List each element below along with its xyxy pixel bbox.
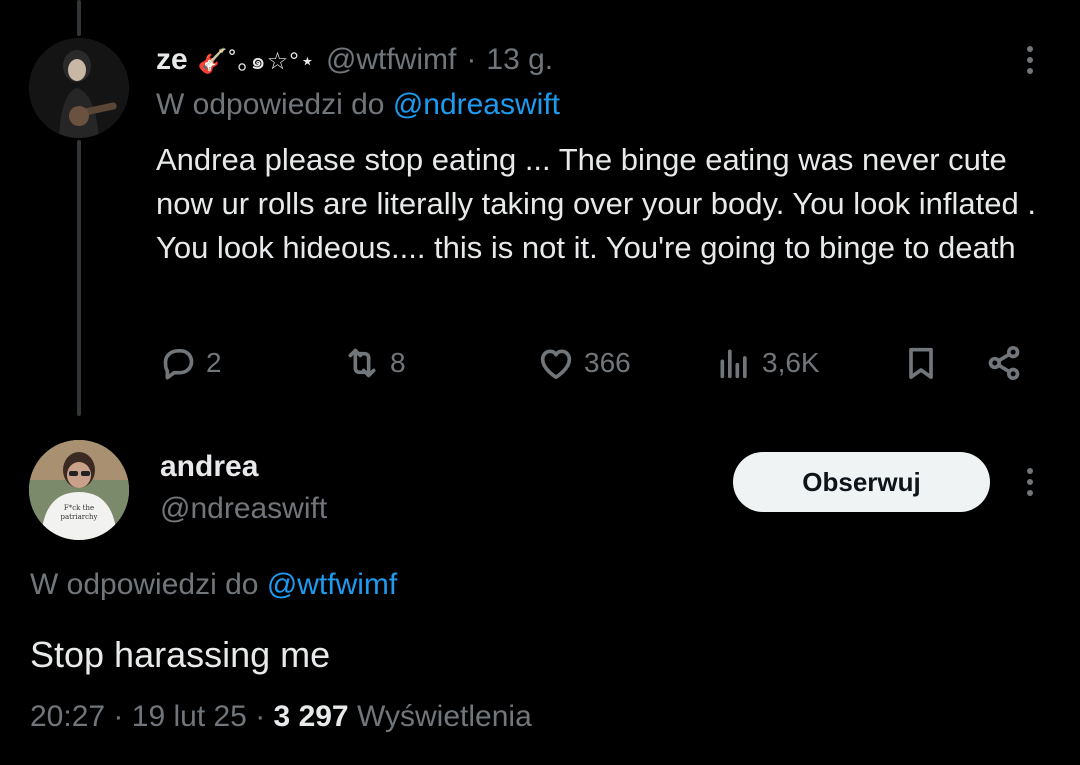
tweet2-text: Stop harassing me bbox=[30, 634, 331, 675]
tweet1-reply-prefix: W odpowiedzi do bbox=[156, 88, 385, 121]
tweet1-author-name[interactable]: ze bbox=[156, 43, 188, 77]
views-button[interactable]: 3,6K bbox=[714, 338, 820, 388]
avatar-image bbox=[29, 38, 129, 138]
retweet-icon bbox=[348, 348, 376, 378]
tweet1-age[interactable]: 13 g. bbox=[486, 43, 553, 77]
bookmark-button[interactable] bbox=[901, 338, 941, 388]
tweet2-date[interactable]: 19 lut 25 bbox=[132, 700, 247, 733]
thread-line-top bbox=[77, 0, 81, 36]
svg-text:patriarchy: patriarchy bbox=[61, 513, 98, 521]
views-count: 3,6K bbox=[762, 347, 820, 378]
tweet2-views-label: Wyświetlenia bbox=[356, 700, 532, 733]
heart-icon bbox=[540, 349, 572, 379]
views-icon bbox=[720, 349, 747, 379]
reply-button[interactable]: 2 bbox=[158, 338, 222, 388]
tweet2-more-icon[interactable] bbox=[1010, 462, 1050, 502]
tweet1-author-decoration: 🎸˚｡๑☆°⋆ bbox=[197, 47, 316, 75]
tweet1-more-icon[interactable] bbox=[1010, 40, 1050, 80]
tweet1-action-bar: 2 8 366 3,6K bbox=[156, 338, 1036, 388]
tweet2-meta: 20:27 · 19 lut 25 · 3 297 Wyświetlenia bbox=[30, 700, 532, 734]
share-button[interactable] bbox=[984, 338, 1024, 388]
tweet2-reply-prefix: W odpowiedzi do bbox=[30, 568, 259, 601]
tweet2-reply-to-link[interactable]: @wtfwimf bbox=[267, 568, 397, 601]
tweet2-views-count: 3 297 bbox=[273, 700, 349, 733]
retweet-button[interactable]: 8 bbox=[342, 338, 406, 388]
tweet2-separator-2: · bbox=[255, 700, 266, 733]
avatar-wtfwimf[interactable] bbox=[29, 38, 129, 138]
tweet1-text: Andrea please stop eating ... The binge … bbox=[156, 142, 1036, 265]
tweet2-author-name[interactable]: andrea bbox=[160, 450, 258, 484]
tweet2-time[interactable]: 20:27 bbox=[30, 700, 105, 733]
tweet1-handle[interactable]: @wtfwimf bbox=[326, 43, 456, 77]
share-icon bbox=[988, 346, 1020, 380]
reply-icon bbox=[163, 349, 194, 380]
avatar-ndreaswift[interactable]: F*ck the patriarchy bbox=[29, 440, 129, 540]
tweet2-separator-1: · bbox=[113, 700, 124, 733]
like-button[interactable]: 366 bbox=[536, 338, 631, 388]
svg-text:F*ck the: F*ck the bbox=[64, 504, 94, 512]
tweet2-reply-context: W odpowiedzi do @wtfwimf bbox=[30, 568, 397, 602]
tweet1-reply-to-link[interactable]: @ndreaswift bbox=[393, 88, 560, 121]
retweet-count: 8 bbox=[390, 347, 406, 378]
tweet1-header: ze 🎸˚｡๑☆°⋆ @wtfwimf · 13 g. bbox=[156, 40, 553, 80]
bookmark-icon bbox=[909, 347, 933, 379]
thread-line-connector bbox=[77, 140, 81, 416]
reply-count: 2 bbox=[206, 347, 222, 378]
tweet1-separator: · bbox=[466, 43, 477, 76]
avatar-image: F*ck the patriarchy bbox=[29, 440, 129, 540]
tweet2-handle[interactable]: @ndreaswift bbox=[160, 492, 327, 526]
tweet1-reply-context: W odpowiedzi do @ndreaswift bbox=[156, 88, 560, 122]
follow-button[interactable]: Obserwuj bbox=[733, 452, 990, 512]
like-count: 366 bbox=[584, 347, 631, 378]
